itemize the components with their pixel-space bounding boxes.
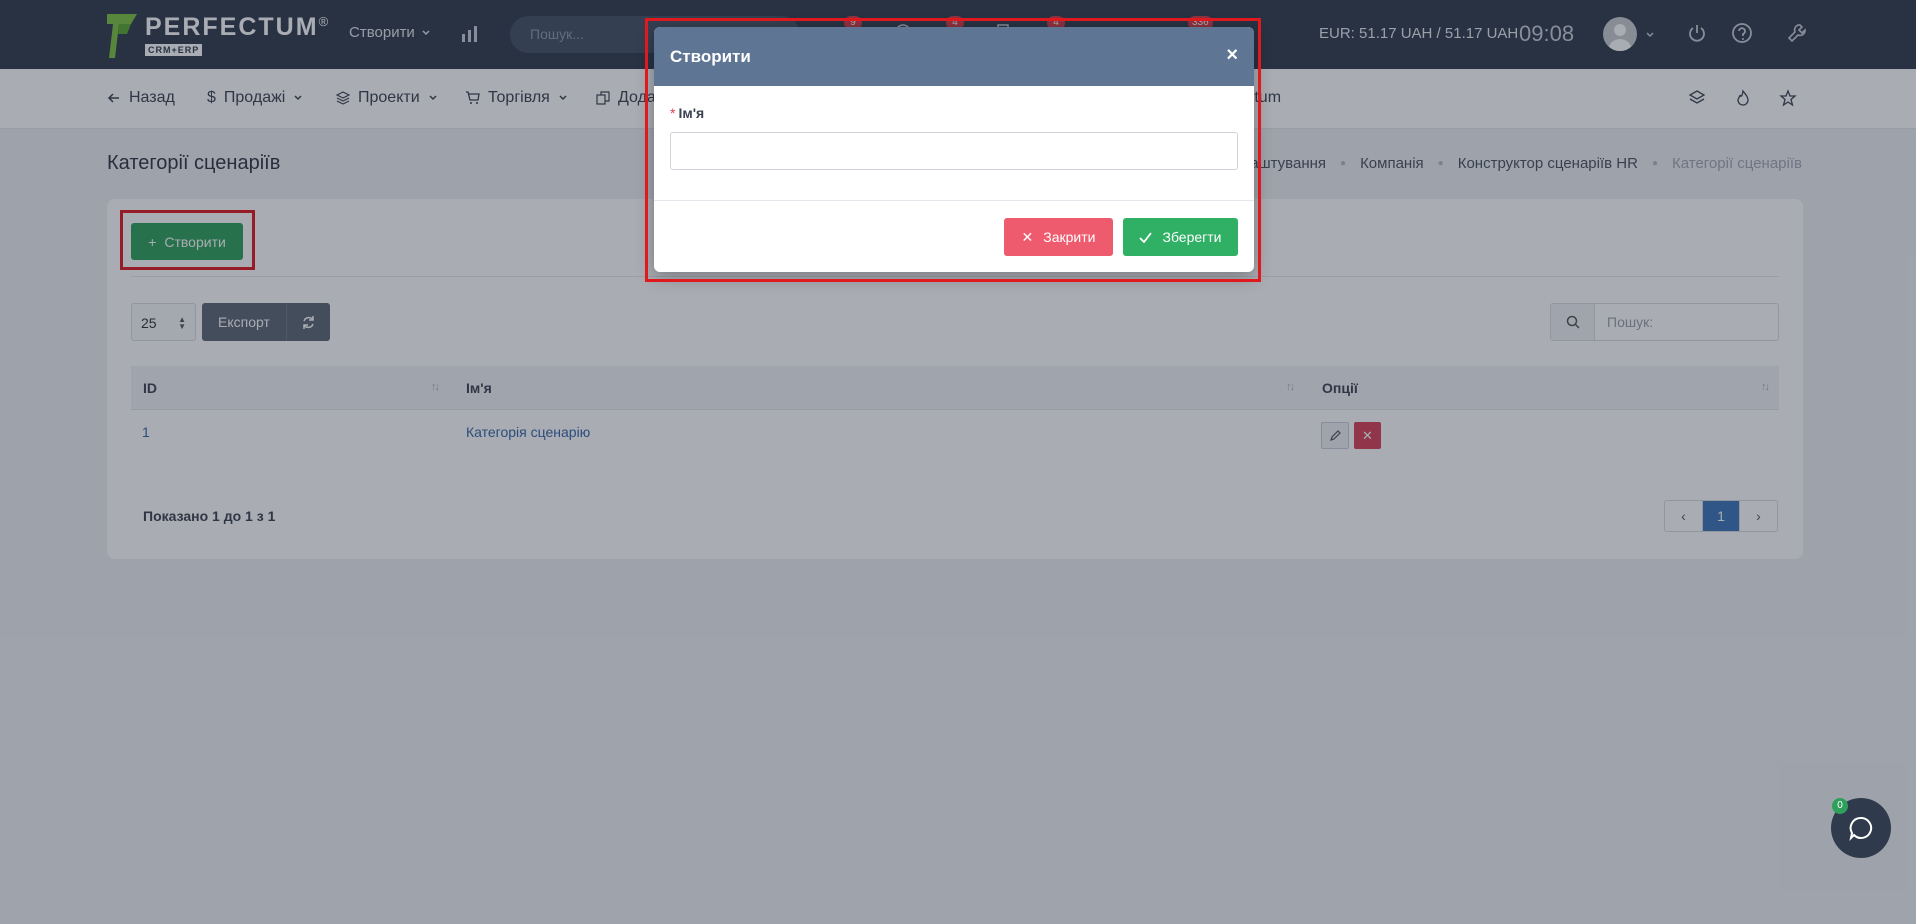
chat-icon — [1849, 816, 1873, 842]
chat-badge: 0 — [1832, 798, 1848, 814]
modal-highlight — [645, 18, 1261, 282]
